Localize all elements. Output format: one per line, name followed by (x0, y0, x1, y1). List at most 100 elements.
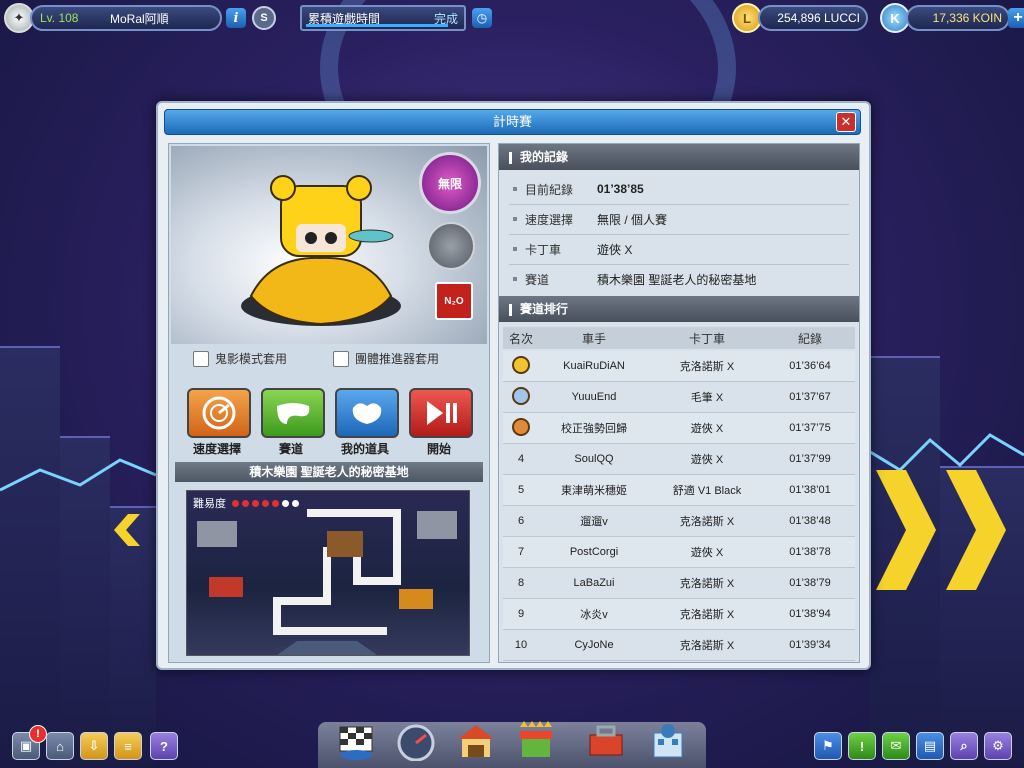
start-button[interactable] (409, 388, 473, 438)
dock-garage[interactable] (454, 720, 498, 762)
my-items-button[interactable] (335, 388, 399, 438)
ranking-row[interactable]: 8 LaBaZui 克洛諾斯 X 01’38’79 (503, 568, 855, 599)
search-icon: ⌕ (960, 738, 968, 753)
dock-speedometer[interactable] (394, 720, 438, 762)
search-button[interactable]: ⌕ (950, 732, 978, 760)
play-pause-icon (427, 401, 457, 425)
bronze-medal-icon (512, 417, 530, 436)
kart-name: 舒適 V1 Black (672, 485, 742, 497)
record-row: 賽道 積木樂園 聖誕老人的秘密基地 (509, 264, 849, 294)
track-button[interactable] (261, 388, 325, 438)
inventory-button[interactable]: ▣ ! (12, 725, 47, 760)
ranking-row[interactable]: 9 冰炎v 克洛諾斯 X 01’38’94 (503, 599, 855, 630)
ranking-column-headers: 名次 車手 卡丁車 紀錄 (503, 327, 855, 349)
ghost-mode-option[interactable]: 鬼影模式套用 (193, 350, 287, 367)
ghost-mode-label: 鬼影模式套用 (215, 352, 288, 366)
quest-button[interactable]: ! (848, 732, 876, 760)
track-label: 賽道 (278, 442, 303, 456)
driver-name: CyJoNe (574, 639, 614, 651)
col-time: 紀錄 (797, 331, 822, 346)
team-booster-option[interactable]: 團體推進器套用 (333, 350, 439, 367)
driver-name: SoulQQ (574, 453, 614, 465)
kart-name: 克洛諾斯 X (679, 361, 735, 373)
driver-name: 東津萌米穗姬 (561, 485, 627, 497)
ranking-row[interactable]: KuaiRuDiAN 克洛諾斯 X 01’36’64 (503, 351, 855, 382)
flag-button[interactable]: ⚑ (814, 732, 842, 760)
ghost-mode-checkbox[interactable] (193, 350, 209, 367)
garage-icon (458, 725, 494, 757)
header-bar-marker (509, 151, 512, 164)
dock-building[interactable] (646, 720, 690, 762)
help-button[interactable]: ? (150, 732, 178, 760)
rank-number: 9 (517, 608, 525, 620)
lap-time: 01’38’94 (789, 608, 831, 620)
my-record-header: 我的記錄 (499, 144, 859, 170)
kart-name: 毛筆 X (690, 392, 724, 404)
lap-time: 01’38’78 (789, 546, 831, 558)
lap-time: 01’37’67 (789, 391, 831, 403)
mission-progress-fill (306, 24, 448, 27)
chat-button[interactable]: ✉ (882, 732, 910, 760)
settings-button[interactable]: ⚙ (984, 732, 1012, 760)
settings-s-icon[interactable]: S (252, 6, 276, 30)
ranking-row[interactable]: 5 東津萌米穗姬 舒適 V1 Black 01’38’01 (503, 475, 855, 506)
lap-time: 01’37’99 (789, 453, 831, 465)
notes-button[interactable]: ≡ (114, 732, 142, 760)
kart-name: 遊俠 X (690, 454, 724, 466)
ranking-row[interactable]: 10 CyJoNe 克洛諾斯 X 01’39’34 (503, 630, 855, 661)
download-button[interactable]: ⇩ (80, 732, 108, 760)
track-icon (277, 403, 310, 424)
notes-icon: ≡ (124, 738, 132, 754)
player-nameplate: Lv. 108 MoRal阿順 (30, 5, 222, 31)
records-panel: 我的記錄 目前紀錄 01’38’85 速度選擇 無限 / 個人賽 卡丁車 遊俠 … (498, 143, 860, 663)
home-button[interactable]: ⌂ (46, 732, 74, 760)
add-koin-button[interactable]: + (1008, 8, 1024, 28)
dock-shop[interactable] (514, 720, 558, 762)
kart-preview[interactable]: 無限 N₂O (171, 146, 487, 344)
player-name: MoRal阿順 (110, 11, 169, 26)
record-key: 卡丁車 (525, 242, 562, 257)
board-button[interactable]: ▤ (916, 732, 944, 760)
record-row: 卡丁車 遊俠 X (509, 234, 849, 265)
rank-number: 7 (517, 546, 525, 558)
kart-setup-panel: 無限 N₂O 鬼影模式套用 團體推進器套用 速度選擇 賽道 我的道具 開始 積木… (168, 143, 490, 663)
record-key: 速度選擇 (525, 212, 574, 227)
items-icon (352, 403, 382, 424)
n2o-badge-icon[interactable]: N₂O (435, 282, 473, 320)
speed-select-button[interactable] (187, 388, 251, 438)
ranking-row[interactable]: YuuuEnd 毛筆 X 01’37’67 (503, 382, 855, 413)
player-info-bar: ✦ Lv. 108 MoRal阿順 i S (4, 3, 276, 33)
ranking-row[interactable]: 4 SoulQQ 遊俠 X 01’37’99 (503, 444, 855, 475)
ranking-row[interactable]: 校正強勢回歸 遊俠 X 01’37’75 (503, 413, 855, 444)
driver-name: LaBaZui (573, 577, 615, 589)
driver-name: 校正強勢回歸 (561, 423, 627, 435)
track-map-preview[interactable]: 難易度 (186, 490, 470, 656)
lap-time: 01’36’64 (789, 360, 831, 372)
dock-toolbox[interactable] (584, 720, 628, 762)
record-row: 速度選擇 無限 / 個人賽 (509, 204, 849, 235)
team-booster-label: 團體推進器套用 (355, 352, 440, 366)
info-icon[interactable]: i (226, 8, 246, 28)
rank-number: 10 (514, 639, 528, 651)
ranking-row[interactable]: 6 遛遛v 克洛諾斯 X 01’38’48 (503, 506, 855, 537)
pet-slot-icon[interactable] (427, 222, 475, 270)
speed-mode-badge[interactable]: 無限 (419, 152, 481, 214)
mission-progress[interactable]: 累積遊戲時間 完成 (300, 5, 466, 31)
ranking-title: 賽道排行 (520, 302, 569, 316)
record-value: 積木樂園 聖誕老人的秘密基地 (597, 272, 757, 287)
alert-badge: ! (29, 725, 47, 743)
lap-time: 01’37’75 (789, 422, 831, 434)
row-bullet (513, 277, 517, 281)
team-booster-checkbox[interactable] (333, 350, 349, 367)
close-button[interactable]: ✕ (836, 112, 856, 132)
shop-icon (520, 721, 552, 757)
board-icon: ▤ (923, 738, 937, 753)
rank-number: 4 (517, 453, 525, 465)
col-driver: 車手 (581, 331, 606, 346)
clock-icon[interactable]: ◷ (472, 8, 492, 28)
kart-name: 克洛諾斯 X (679, 516, 735, 528)
lap-time: 01’38’01 (789, 484, 831, 496)
ranking-row[interactable]: 7 PostCorgi 遊俠 X 01’38’78 (503, 537, 855, 568)
dock-race-flag[interactable] (334, 720, 378, 762)
row-bullet (513, 247, 517, 251)
